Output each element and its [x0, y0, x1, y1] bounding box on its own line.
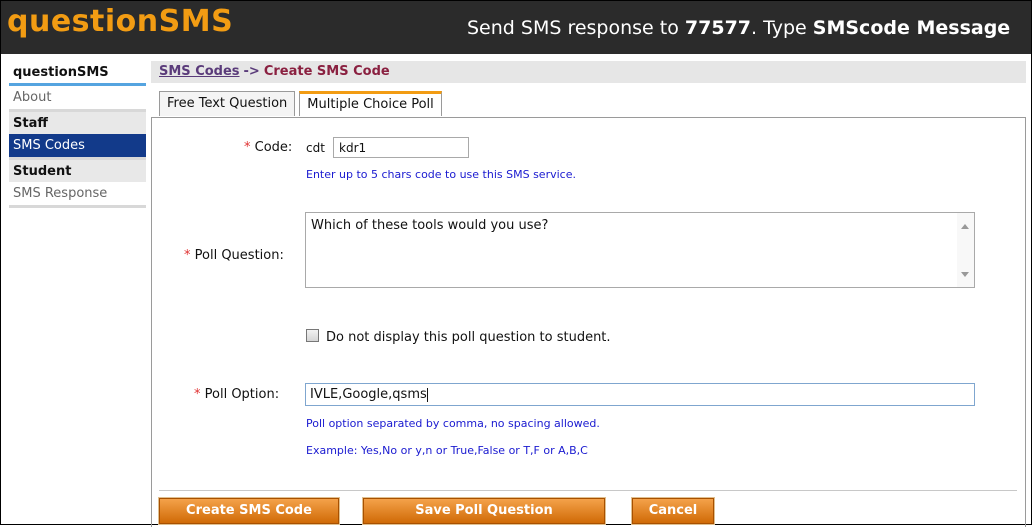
tagline-text: Send SMS response to [467, 17, 685, 39]
hide-question-checkbox[interactable] [306, 329, 319, 342]
sidebar-item-sms-response[interactable]: SMS Response [9, 182, 146, 208]
tagline-text: . Type [751, 17, 813, 39]
save-poll-question-button[interactable]: Save Poll Question [362, 497, 606, 525]
option-hint-example: Example: Yes,No or y,n or True,False or … [306, 444, 588, 457]
required-mark: * [184, 248, 191, 263]
required-mark: * [194, 387, 201, 402]
code-hint: Enter up to 5 chars code to use this SMS… [306, 168, 576, 181]
sms-code-format: SMScode Message [812, 17, 1011, 39]
tab-strip: Free Text Question Multiple Choice Poll [159, 91, 446, 117]
code-input[interactable] [333, 137, 469, 158]
text-cursor [426, 387, 428, 402]
scroll-up-icon[interactable] [961, 224, 969, 229]
code-label-row: * Code: [244, 140, 292, 155]
app-logo[interactable]: questionSMS [7, 4, 233, 40]
code-prefix: cdt [306, 141, 325, 155]
breadcrumb-separator: -> [243, 64, 260, 79]
form-divider [159, 490, 1017, 491]
breadcrumb-current: Create SMS Code [263, 64, 390, 79]
required-mark: * [244, 140, 251, 155]
sidebar-item-about[interactable]: About [9, 86, 146, 112]
poll-question-text: Which of these tools would you use? [311, 218, 549, 233]
header-bar: questionSMS Send SMS response to 77577. … [1, 1, 1031, 54]
sidebar-heading-staff: Staff [9, 112, 146, 134]
form-panel [151, 117, 1026, 527]
app-window: questionSMS Send SMS response to 77577. … [0, 0, 1032, 527]
tab-multiple-choice-poll[interactable]: Multiple Choice Poll [299, 91, 442, 116]
poll-option-label: Poll Option: [204, 387, 280, 402]
hide-question-label: Do not display this poll question to stu… [326, 330, 611, 345]
option-hint-format: Poll option separated by comma, no spaci… [306, 417, 600, 430]
sms-number: 77577 [684, 17, 752, 39]
sidebar: questionSMS About Staff SMS Codes Studen… [9, 61, 146, 208]
option-label-row: * Poll Option: [194, 387, 279, 402]
sidebar-heading-questionsms: questionSMS [9, 61, 146, 86]
sms-instructions: Send SMS response to 77577. Type SMScode… [467, 15, 1010, 41]
cancel-button[interactable]: Cancel [631, 497, 715, 525]
breadcrumb: SMS Codes -> Create SMS Code [159, 64, 390, 79]
question-label-row: * Poll Question: [184, 248, 284, 263]
poll-question-label: Poll Question: [194, 248, 284, 263]
sidebar-heading-student: Student [9, 160, 146, 182]
poll-option-value: IVLE,Google,qsms [310, 387, 427, 402]
breadcrumb-link-sms-codes[interactable]: SMS Codes [159, 64, 240, 79]
code-label: Code: [254, 140, 293, 155]
sidebar-item-sms-codes[interactable]: SMS Codes [9, 134, 146, 160]
poll-option-input[interactable]: IVLE,Google,qsms [305, 383, 975, 406]
breadcrumb-bar: SMS Codes -> Create SMS Code [151, 61, 1026, 83]
tab-free-text-question[interactable]: Free Text Question [159, 91, 296, 116]
create-sms-code-button[interactable]: Create SMS Code [158, 497, 340, 525]
textarea-scrollbar[interactable] [957, 213, 974, 287]
poll-question-textarea[interactable]: Which of these tools would you use? [305, 212, 975, 288]
scroll-down-icon[interactable] [961, 272, 969, 277]
